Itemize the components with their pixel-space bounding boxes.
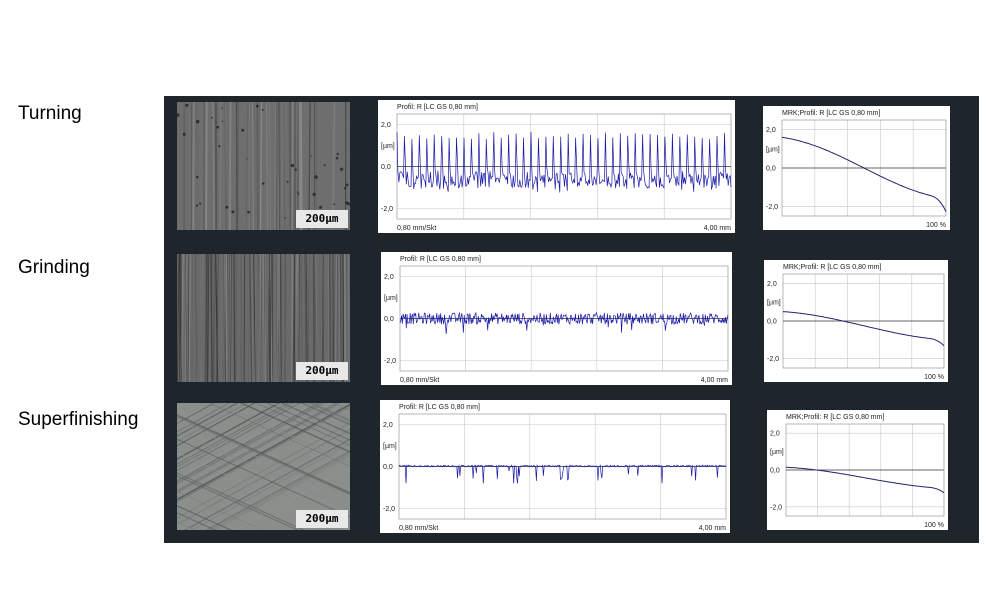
ytick-label: 0,0 xyxy=(767,319,777,326)
micrograph-superfinishing: 200µm xyxy=(177,403,350,530)
ytick-label: 0,0 xyxy=(770,468,780,475)
ytick-label: 0,0 xyxy=(766,166,776,173)
x-axis-right-label: 4,00 mm xyxy=(701,377,728,384)
chart-title: Profil: R [LC GS 0,80 mm] xyxy=(399,404,480,411)
ytick-label: -2,0 xyxy=(766,204,778,211)
x-axis-right-label: 4,00 mm xyxy=(699,525,726,532)
chart-title: MRK;Profil: R [LC GS 0,80 mm] xyxy=(783,264,881,271)
ytick-label: 2,0 xyxy=(383,422,393,429)
scale-label: 200µm xyxy=(296,362,348,380)
profile-chart-superfinishing: Profil: R [LC GS 0,80 mm] 2,0 [µm] 0,0 -2,0 0… xyxy=(380,400,730,533)
ytick-label: -2,0 xyxy=(767,356,779,363)
ytick-label: 2,0 xyxy=(767,281,777,288)
material-ratio-chart-turning: MRK;Profil: R [LC GS 0,80 mm] 2,0 [µm] 0,0 -… xyxy=(763,106,950,230)
y-axis-label: [µm] xyxy=(383,443,397,450)
y-axis-label: [µm] xyxy=(766,146,780,153)
ytick-label: 2,0 xyxy=(384,274,394,281)
x-axis-left-label: 0,80 mm/Skt xyxy=(400,377,439,384)
y-axis-label: [µm] xyxy=(384,295,398,302)
y-axis-label: [µm] xyxy=(381,143,395,150)
y-axis-label: [µm] xyxy=(770,449,784,456)
ytick-label: 0,0 xyxy=(384,316,394,323)
ytick-label: -2,0 xyxy=(770,504,782,511)
ytick-label: 2,0 xyxy=(766,127,776,134)
ytick-label: -2,0 xyxy=(384,358,396,365)
scale-label: 200µm xyxy=(296,210,348,228)
ytick-label: 2,0 xyxy=(770,431,780,438)
ytick-label: 0,0 xyxy=(381,164,391,171)
micrograph-grinding: 200µm xyxy=(177,254,350,382)
chart-title: Profil: R [LC GS 0,80 mm] xyxy=(400,256,481,263)
ytick-label: -2,0 xyxy=(381,206,393,213)
material-ratio-chart-grinding: MRK;Profil: R [LC GS 0,80 mm] 2,0 [µm] 0,0 -… xyxy=(764,260,948,382)
ytick-label: -2,0 xyxy=(383,506,395,513)
x-axis-left-label: 0,80 mm/Skt xyxy=(397,225,436,232)
profile-chart-turning: Profil: R [LC GS 0,80 mm] 2,0 [µm] 0,0 -2,0 0… xyxy=(378,100,735,233)
y-axis-label: [µm] xyxy=(767,300,781,307)
chart-title: Profil: R [LC GS 0,80 mm] xyxy=(397,104,478,111)
x-axis-left-label: 0,80 mm/Skt xyxy=(399,525,438,532)
ytick-label: 2,0 xyxy=(381,122,391,129)
profile-chart-grinding: Profil: R [LC GS 0,80 mm] 2,0 [µm] 0,0 -2,0 0… xyxy=(381,252,732,385)
x-axis-right-label: 100 % xyxy=(924,374,944,381)
micrograph-turning: 200µm xyxy=(177,102,350,230)
x-axis-right-label: 4,00 mm xyxy=(704,225,731,232)
row-label-turning: Turning xyxy=(18,103,82,124)
material-ratio-chart-superfinishing: MRK;Profil: R [LC GS 0,80 mm] 2,0 [µm] 0,0 -… xyxy=(767,410,948,530)
x-axis-right-label: 100 % xyxy=(926,222,946,229)
scale-label: 200µm xyxy=(296,510,348,528)
chart-title: MRK;Profil: R [LC GS 0,80 mm] xyxy=(782,110,880,117)
x-axis-right-label: 100 % xyxy=(924,522,944,529)
ytick-label: 0,0 xyxy=(383,464,393,471)
row-label-grinding: Grinding xyxy=(18,257,90,278)
chart-title: MRK;Profil: R [LC GS 0,80 mm] xyxy=(786,414,884,421)
row-label-superfinishing: Superfinishing xyxy=(18,409,139,430)
